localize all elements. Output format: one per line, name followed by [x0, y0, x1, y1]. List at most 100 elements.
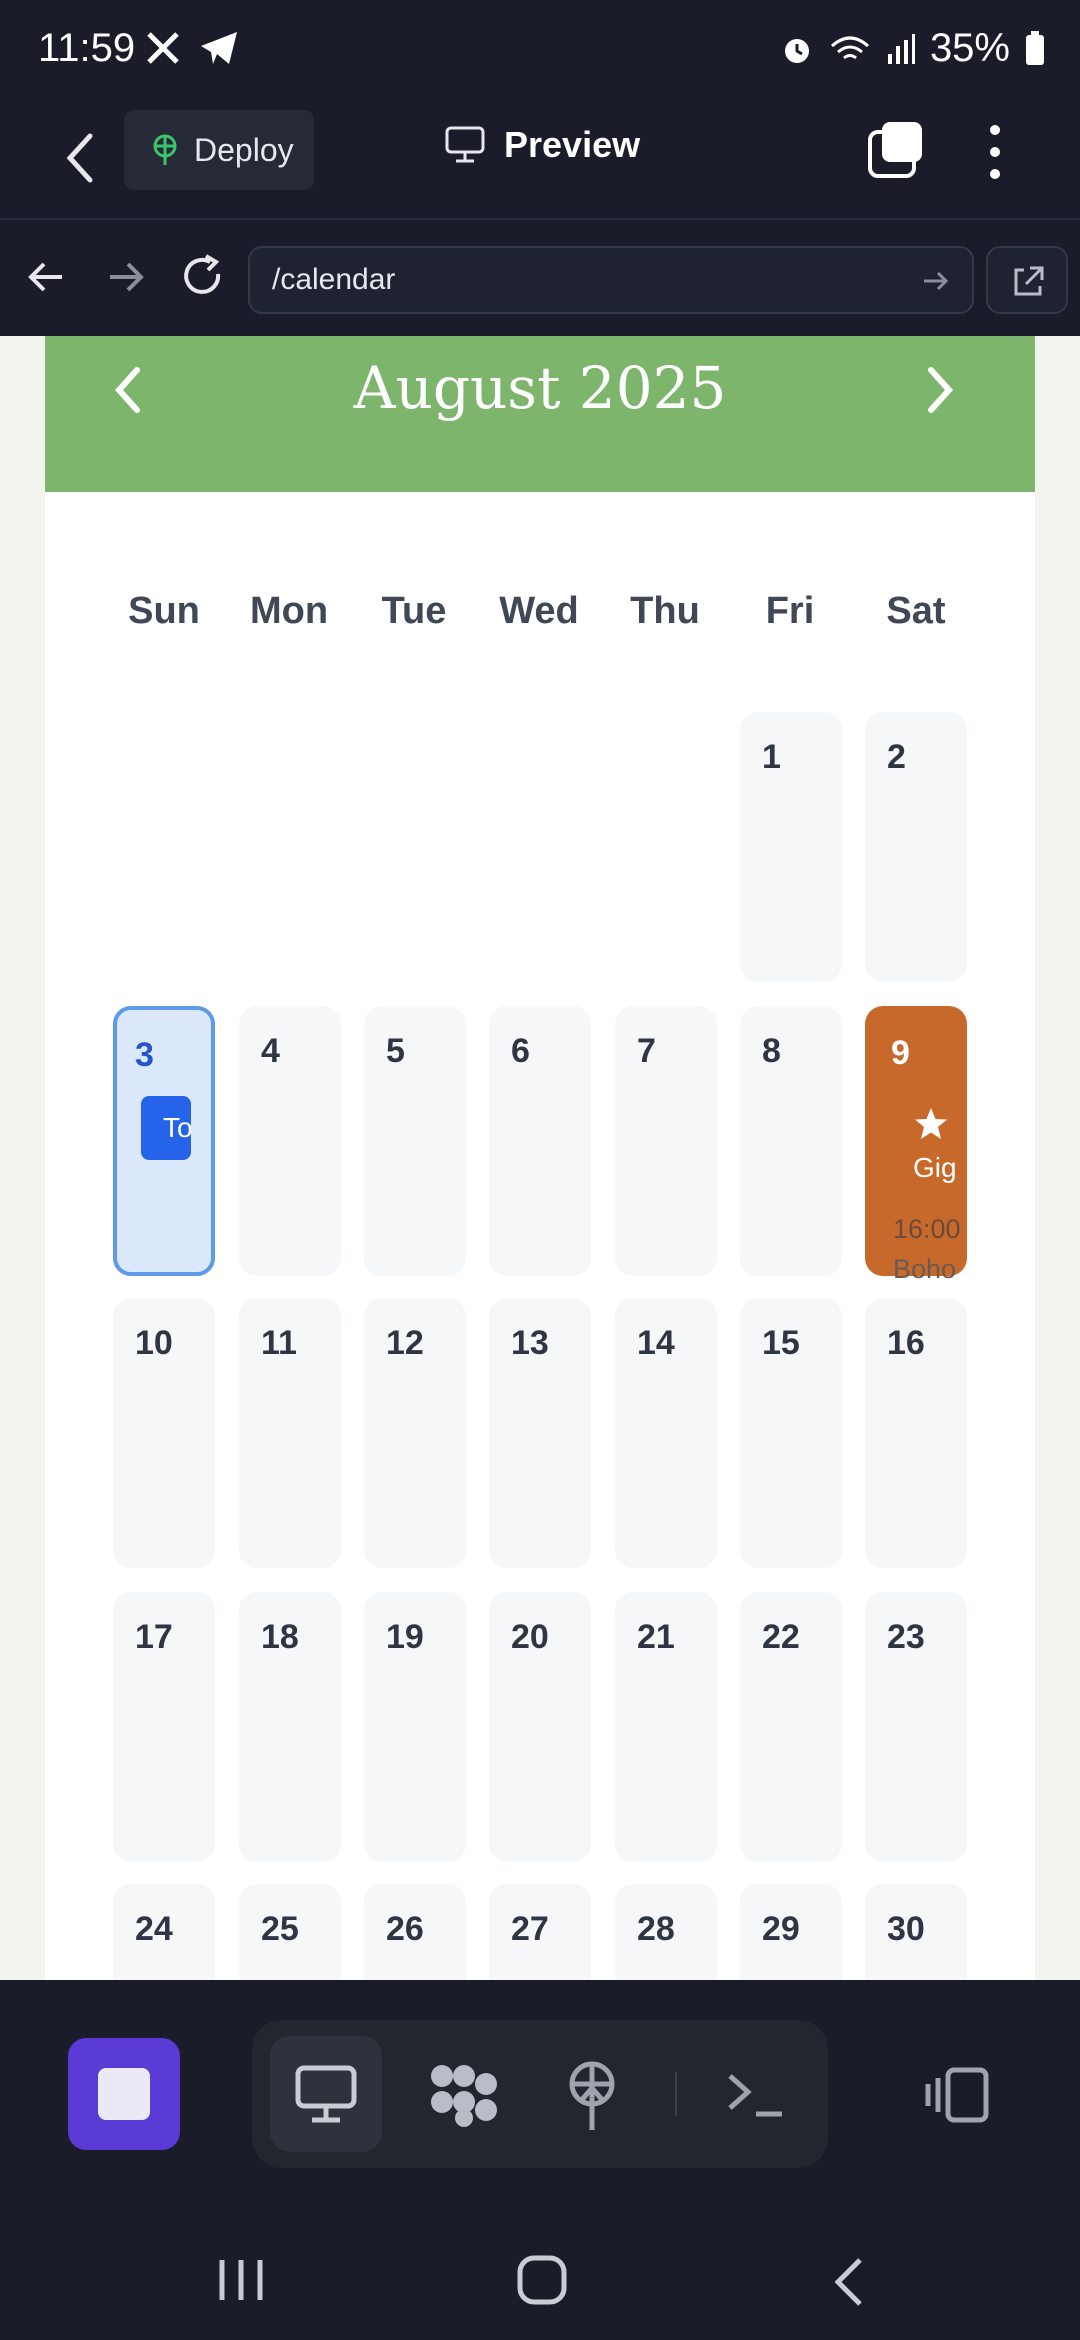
stop-icon: [98, 2068, 150, 2120]
weekday-mon: Mon: [249, 590, 329, 632]
nav-forward-icon[interactable]: [100, 252, 150, 302]
home-icon[interactable]: [516, 2254, 568, 2306]
stop-button[interactable]: [68, 2038, 180, 2150]
day-cell[interactable]: 6: [489, 1006, 591, 1276]
day-cell[interactable]: 21: [615, 1592, 717, 1862]
day-cell[interactable]: 12: [364, 1298, 466, 1568]
day-number: 2: [887, 738, 906, 776]
day-number: 22: [762, 1618, 800, 1656]
day-cell[interactable]: 25: [239, 1884, 341, 1980]
weekday-thu: Thu: [630, 590, 700, 632]
day-number: 10: [135, 1324, 173, 1362]
day-cell[interactable]: 17: [113, 1592, 215, 1862]
calendar-header: August 2025: [45, 336, 1035, 492]
day-cell[interactable]: 14: [615, 1298, 717, 1568]
day-cell[interactable]: 16: [865, 1298, 967, 1568]
day-cell[interactable]: 7: [615, 1006, 717, 1276]
day-cell[interactable]: 11: [239, 1298, 341, 1568]
wifi-icon: [830, 36, 869, 59]
preview-label: Preview: [504, 124, 641, 165]
blocks-icon[interactable]: [428, 2062, 500, 2128]
url-text: /calendar: [272, 263, 396, 296]
day-cell-event[interactable]: 9 Gig 16:00 Boho: [865, 1006, 967, 1284]
month-title: August 2025: [353, 354, 727, 422]
telegram-icon: [201, 32, 237, 64]
system-back-icon[interactable]: [830, 2256, 870, 2308]
day-number: 29: [762, 1910, 800, 1948]
day-cell[interactable]: 1: [740, 712, 842, 982]
day-cell[interactable]: 20: [489, 1592, 591, 1862]
day-cell-today[interactable]: 3 Today: [113, 1006, 215, 1276]
preview-tab-selected[interactable]: [270, 2036, 382, 2152]
day-number: 25: [261, 1910, 299, 1948]
day-cell[interactable]: 23: [865, 1592, 967, 1862]
deploy-tree-icon[interactable]: [564, 2060, 620, 2132]
day-cell[interactable]: 18: [239, 1592, 341, 1862]
reload-icon[interactable]: [178, 252, 228, 302]
toolbar-divider: [675, 2072, 677, 2116]
day-cell[interactable]: 19: [364, 1592, 466, 1862]
deploy-button[interactable]: Deploy: [124, 110, 314, 190]
chevron-right-icon[interactable]: [915, 360, 965, 420]
monitor-icon: [445, 126, 485, 163]
recent-apps-icon[interactable]: [214, 2256, 268, 2304]
day-number: 7: [637, 1032, 656, 1070]
external-link-icon: [1014, 266, 1044, 296]
day-number: 11: [261, 1324, 297, 1362]
day-number: 3: [135, 1036, 154, 1074]
day-cell[interactable]: 29: [740, 1884, 842, 1980]
day-cell[interactable]: 5: [364, 1006, 466, 1276]
back-arrow-icon[interactable]: [58, 128, 106, 188]
day-number: 27: [511, 1910, 549, 1948]
weekday-sat: Sat: [886, 590, 946, 632]
day-cell[interactable]: 26: [364, 1884, 466, 1980]
deploy-icon: [153, 134, 177, 165]
day-cell[interactable]: 4: [239, 1006, 341, 1276]
day-number: 13: [511, 1324, 549, 1362]
system-nav-bar: [0, 2200, 1080, 2340]
nav-back-icon[interactable]: [22, 252, 72, 302]
day-number: 14: [637, 1324, 675, 1362]
calendar-card: August 2025 Sun Mon Tue Wed Thu Fri Sat …: [45, 336, 1035, 1980]
weekday-tue: Tue: [381, 590, 447, 632]
day-number: 6: [511, 1032, 530, 1070]
day-cell[interactable]: 10: [113, 1298, 215, 1568]
day-cell[interactable]: 22: [740, 1592, 842, 1862]
battery-percent: 35%: [929, 26, 1010, 70]
day-cell[interactable]: 24: [113, 1884, 215, 1980]
day-cell[interactable]: 8: [740, 1006, 842, 1276]
preview-title[interactable]: Preview: [444, 124, 640, 166]
day-cell[interactable]: 30: [865, 1884, 967, 1980]
day-number: 30: [887, 1910, 925, 1948]
day-number: 28: [637, 1910, 675, 1948]
day-cell[interactable]: 15: [740, 1298, 842, 1568]
open-external-button[interactable]: [986, 246, 1068, 314]
url-field[interactable]: /calendar: [248, 246, 974, 314]
go-arrow-icon[interactable]: [918, 264, 952, 298]
status-right: 35%: [780, 26, 1046, 71]
more-vert-icon[interactable]: [980, 122, 1010, 182]
day-cell[interactable]: 27: [489, 1884, 591, 1980]
day-cell[interactable]: 28: [615, 1884, 717, 1980]
star-icon: [915, 1108, 947, 1139]
day-number: 16: [887, 1324, 925, 1362]
day-cell[interactable]: 2: [865, 712, 967, 982]
terminal-icon[interactable]: [726, 2070, 786, 2120]
browser-bar: /calendar: [0, 222, 1080, 336]
weekday-wed: Wed: [499, 590, 579, 632]
day-number: 19: [386, 1618, 424, 1656]
day-number: 23: [887, 1618, 925, 1656]
day-cell[interactable]: 13: [489, 1298, 591, 1568]
day-number: 4: [261, 1032, 280, 1070]
event-time: 16:00: [893, 1214, 961, 1244]
battery-icon: [1026, 30, 1044, 65]
tabs-icon[interactable]: [866, 120, 926, 180]
preview-monitor-icon: [295, 2065, 357, 2123]
web-preview: August 2025 Sun Mon Tue Wed Thu Fri Sat …: [0, 336, 1080, 1980]
day-number: 18: [261, 1618, 299, 1656]
split-view-icon[interactable]: [922, 2066, 990, 2124]
day-number: 24: [135, 1910, 173, 1948]
today-label: Today: [163, 1112, 191, 1143]
day-number: 21: [637, 1618, 675, 1656]
today-badge: Today: [141, 1096, 191, 1160]
